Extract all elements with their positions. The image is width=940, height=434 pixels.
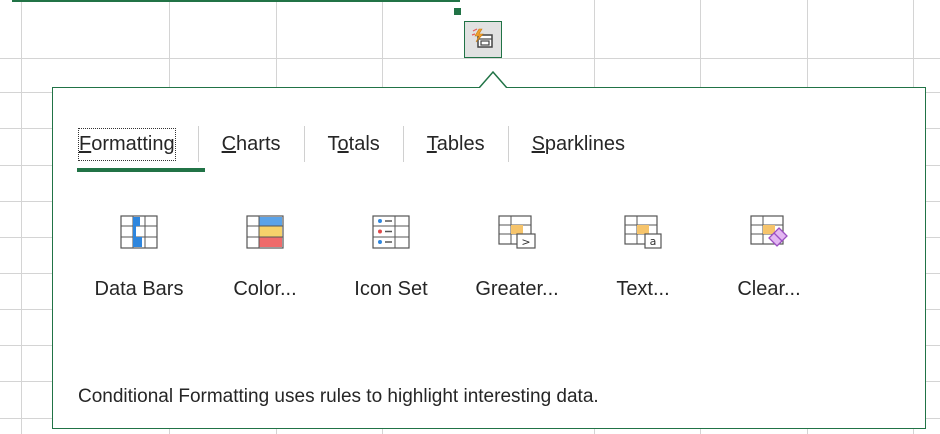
- data-bars-button[interactable]: Data Bars: [76, 206, 202, 301]
- fill-handle[interactable]: [454, 8, 461, 15]
- tab-formatting[interactable]: Formatting: [78, 127, 176, 161]
- tab-separator: [507, 126, 509, 162]
- color-scale-button[interactable]: Color...: [202, 206, 328, 301]
- tab-separator: [197, 126, 199, 162]
- color-scale-icon: [246, 215, 284, 249]
- svg-text:>: >: [521, 236, 530, 249]
- quick-analysis-button[interactable]: [464, 21, 502, 58]
- text-contains-button[interactable]: a Text...: [580, 206, 706, 301]
- tool-label: Greater...: [475, 278, 559, 300]
- tab-separator: [402, 126, 404, 162]
- popup-description: Conditional Formatting uses rules to hig…: [78, 386, 599, 407]
- greater-than-button[interactable]: > Greater...: [454, 206, 580, 301]
- greater-than-icon: >: [498, 215, 536, 249]
- tab-sparklines[interactable]: Sparklines: [532, 129, 625, 160]
- svg-text:a: a: [650, 235, 657, 248]
- quick-analysis-icon: [471, 27, 493, 48]
- icon-set-icon: [372, 215, 410, 249]
- tab-tables[interactable]: Tables: [427, 129, 485, 160]
- mnemonic: F: [79, 132, 92, 155]
- tab-strip: Formatting Charts Totals Tables Sparklin…: [78, 126, 625, 162]
- text-contains-icon: a: [624, 215, 662, 249]
- data-bars-icon: [120, 215, 158, 249]
- tool-gallery: Data Bars Color... Icon Set > Greater...…: [76, 206, 832, 301]
- tool-label: Clear...: [737, 278, 801, 300]
- active-tab-indicator: [77, 168, 205, 172]
- icon-set-button[interactable]: Icon Set: [328, 206, 454, 301]
- tool-label: Icon Set: [354, 278, 428, 300]
- mnemonic: T: [426, 132, 437, 155]
- mnemonic: C: [221, 132, 237, 155]
- tool-label: Data Bars: [94, 278, 184, 300]
- clear-format-button[interactable]: Clear...: [706, 206, 832, 301]
- popup-pointer: [479, 70, 507, 88]
- tool-label: Color...: [233, 278, 297, 300]
- tool-label: Text...: [616, 278, 670, 300]
- selection-border: [12, 0, 460, 2]
- mnemonic: o: [337, 132, 349, 155]
- tab-separator: [303, 126, 305, 162]
- mnemonic: S: [531, 132, 545, 155]
- tab-charts[interactable]: Charts: [222, 129, 281, 160]
- clear-format-icon: [750, 215, 788, 247]
- tab-totals[interactable]: Totals: [328, 129, 380, 160]
- quick-analysis-popup: Formatting Charts Totals Tables Sparklin…: [52, 87, 926, 429]
